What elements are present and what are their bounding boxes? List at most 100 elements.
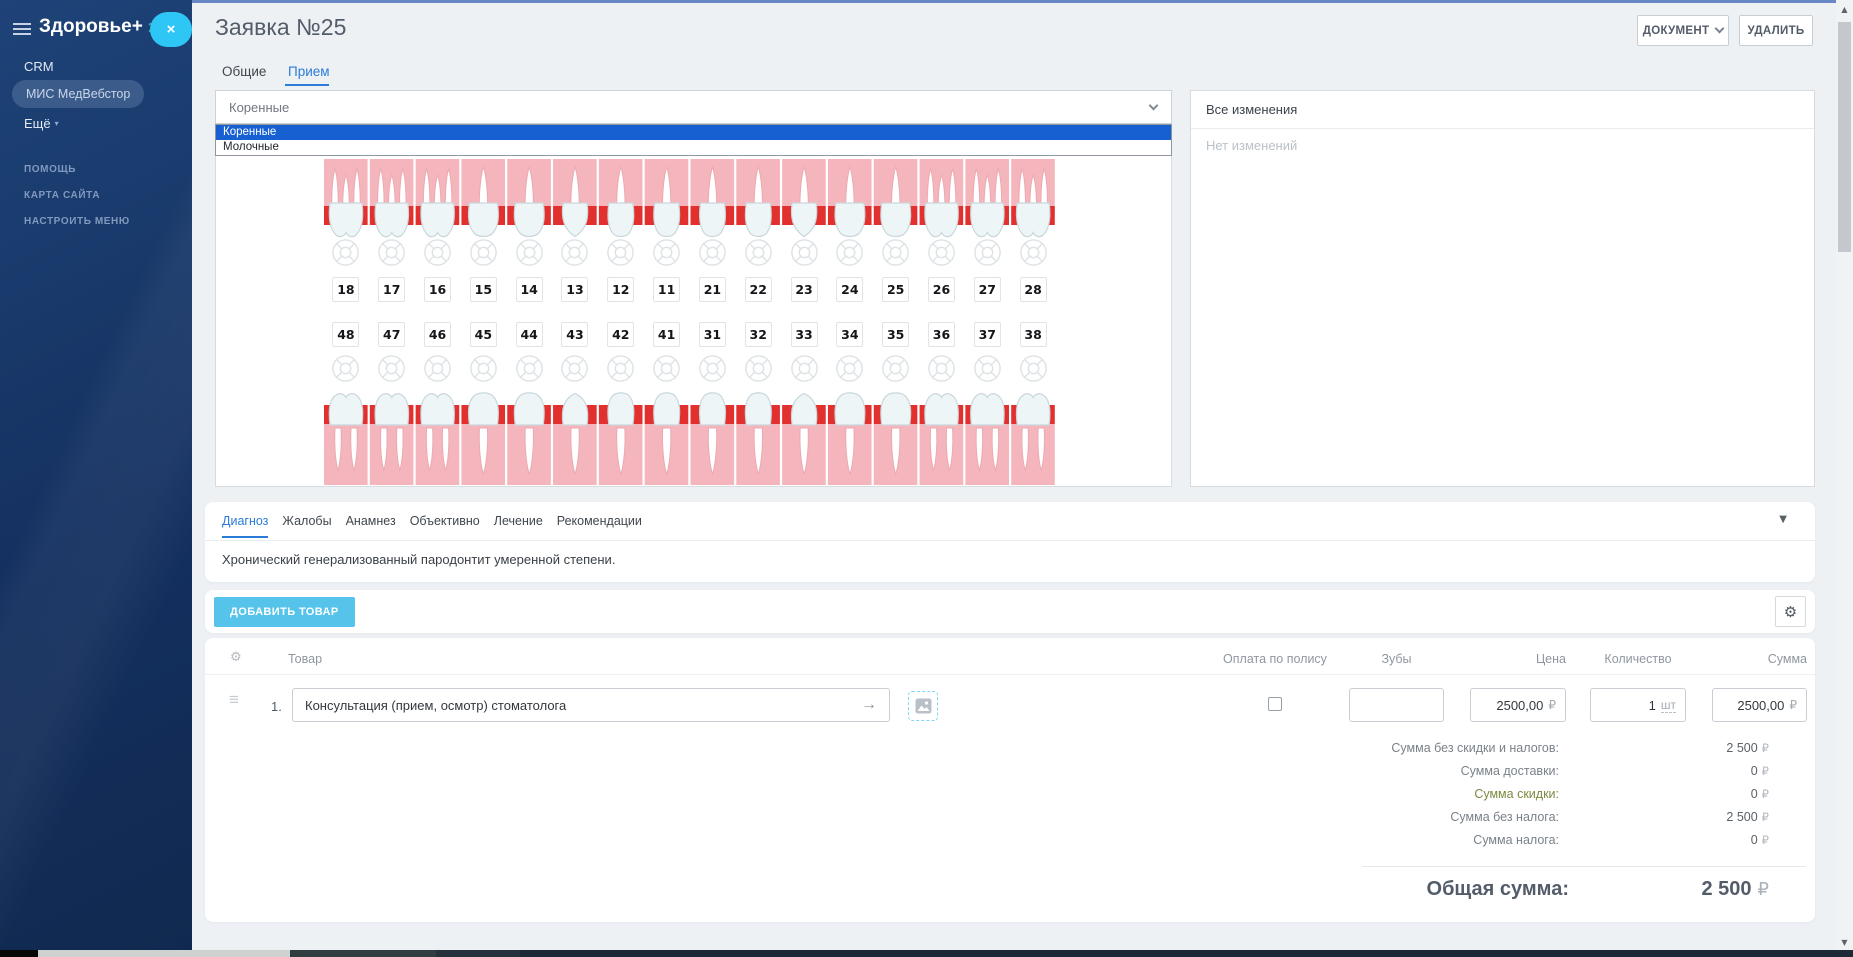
tooth-upper-15[interactable] bbox=[461, 159, 505, 237]
record-tab-5[interactable]: Лечение bbox=[494, 514, 543, 538]
tooth-surface-icon[interactable] bbox=[369, 239, 415, 266]
tooth-lower-35[interactable] bbox=[874, 393, 918, 485]
tooth-number-13[interactable]: 13 bbox=[561, 277, 588, 302]
delete-button[interactable]: УДАЛИТЬ bbox=[1739, 15, 1813, 46]
sidebar-footer-link[interactable]: КАРТА САЙТА bbox=[24, 190, 100, 201]
tooth-number-24[interactable]: 24 bbox=[836, 277, 863, 302]
total-label[interactable]: Сумма скидки: bbox=[1095, 787, 1559, 801]
tooth-upper-25[interactable] bbox=[874, 159, 918, 237]
tooth-upper-13[interactable] bbox=[553, 159, 597, 237]
tooth-upper-26[interactable] bbox=[920, 159, 964, 237]
tooth-lower-33[interactable] bbox=[782, 394, 826, 486]
insurance-checkbox[interactable] bbox=[1268, 697, 1282, 711]
tooth-number-47[interactable]: 47 bbox=[378, 322, 405, 347]
tooth-number-44[interactable]: 44 bbox=[516, 322, 543, 347]
tooth-surface-icon[interactable] bbox=[827, 239, 873, 266]
tooth-surface-icon[interactable] bbox=[690, 355, 736, 382]
tooth-surface-icon[interactable] bbox=[735, 355, 781, 382]
tooth-surface-icon[interactable] bbox=[415, 355, 461, 382]
tooth-surface-icon[interactable] bbox=[369, 355, 415, 382]
teeth-input[interactable] bbox=[1349, 688, 1444, 722]
tooth-lower-41[interactable] bbox=[645, 393, 689, 485]
tooth-lower-32[interactable] bbox=[736, 393, 780, 485]
tooth-surface-icon[interactable] bbox=[964, 355, 1010, 382]
tooth-number-23[interactable]: 23 bbox=[791, 277, 818, 302]
sidebar-item-mis-medwebstor[interactable]: МИС МедВебстор bbox=[12, 80, 144, 108]
tooth-lower-44[interactable] bbox=[507, 393, 551, 485]
teeth-type-select[interactable]: Коренные bbox=[215, 90, 1172, 124]
tooth-number-34[interactable]: 34 bbox=[836, 322, 863, 347]
teeth-type-option[interactable]: Молочные bbox=[216, 140, 1171, 155]
tooth-number-22[interactable]: 22 bbox=[745, 277, 772, 302]
quantity-input[interactable]: 1 шт bbox=[1590, 688, 1686, 722]
tooth-lower-48[interactable] bbox=[324, 394, 368, 485]
tooth-upper-21[interactable] bbox=[691, 159, 735, 237]
row-drag-handle[interactable]: ≡ bbox=[229, 690, 239, 710]
tooth-surface-icon[interactable] bbox=[506, 355, 552, 382]
tooth-number-48[interactable]: 48 bbox=[332, 322, 359, 347]
record-tab-1[interactable]: Диагноз bbox=[222, 514, 268, 538]
tooth-lower-45[interactable] bbox=[461, 393, 505, 485]
tooth-number-46[interactable]: 46 bbox=[424, 322, 451, 347]
tooth-upper-16[interactable] bbox=[416, 159, 460, 237]
tooth-surface-icon[interactable] bbox=[919, 239, 965, 266]
tooth-surface-icon[interactable] bbox=[552, 355, 598, 382]
add-product-button[interactable]: ДОБАВИТЬ ТОВАР bbox=[214, 597, 355, 627]
tooth-upper-23[interactable] bbox=[782, 159, 826, 237]
sidebar-footer-link[interactable]: НАСТРОИТЬ МЕНЮ bbox=[24, 216, 130, 227]
tooth-upper-24[interactable] bbox=[828, 159, 872, 237]
tooth-lower-38[interactable] bbox=[1011, 394, 1055, 485]
tooth-number-12[interactable]: 12 bbox=[607, 277, 634, 302]
tooth-number-42[interactable]: 42 bbox=[607, 322, 634, 347]
tooth-upper-12[interactable] bbox=[599, 159, 643, 237]
tooth-number-17[interactable]: 17 bbox=[378, 277, 405, 302]
tooth-surface-icon[interactable] bbox=[644, 355, 690, 382]
tooth-lower-34[interactable] bbox=[828, 393, 872, 485]
tooth-surface-icon[interactable] bbox=[644, 239, 690, 266]
tooth-surface-icon[interactable] bbox=[323, 355, 369, 382]
tooth-surface-icon[interactable] bbox=[552, 239, 598, 266]
open-product-arrow-icon[interactable]: → bbox=[861, 696, 877, 714]
tooth-upper-17[interactable] bbox=[370, 159, 414, 237]
tooth-surface-icon[interactable] bbox=[781, 239, 827, 266]
tooth-surface-icon[interactable] bbox=[873, 239, 919, 266]
tooth-surface-icon[interactable] bbox=[460, 239, 506, 266]
tooth-number-21[interactable]: 21 bbox=[699, 277, 726, 302]
record-tab-2[interactable]: Жалобы bbox=[282, 514, 331, 538]
tooth-surface-icon[interactable] bbox=[690, 239, 736, 266]
tooth-lower-31[interactable] bbox=[691, 393, 735, 485]
upper-jaw-chart[interactable] bbox=[323, 159, 1056, 239]
document-button[interactable]: ДОКУМЕНТ bbox=[1637, 15, 1729, 46]
sum-input[interactable]: 2500,00 ₽ bbox=[1712, 688, 1807, 722]
record-tab-3[interactable]: Анамнез bbox=[346, 514, 396, 538]
tooth-number-37[interactable]: 37 bbox=[974, 322, 1001, 347]
tab-reception[interactable]: Прием bbox=[288, 64, 330, 79]
tooth-number-27[interactable]: 27 bbox=[974, 277, 1001, 302]
tooth-lower-46[interactable] bbox=[416, 394, 460, 485]
tooth-surface-icon[interactable] bbox=[1010, 355, 1056, 382]
tooth-surface-icon[interactable] bbox=[781, 355, 827, 382]
tooth-number-43[interactable]: 43 bbox=[561, 322, 588, 347]
tooth-number-38[interactable]: 38 bbox=[1020, 322, 1047, 347]
tab-general[interactable]: Общие bbox=[222, 64, 266, 79]
scrollbar-down-arrow[interactable]: ▼ bbox=[1836, 938, 1853, 947]
page-scrollbar[interactable]: ▲ ▼ bbox=[1836, 0, 1853, 957]
tooth-surface-icon[interactable] bbox=[919, 355, 965, 382]
quantity-unit[interactable]: шт bbox=[1661, 698, 1676, 713]
scrollbar-thumb[interactable] bbox=[1838, 22, 1851, 252]
tooth-surface-icon[interactable] bbox=[598, 239, 644, 266]
tooth-surface-icon[interactable] bbox=[964, 239, 1010, 266]
tooth-number-35[interactable]: 35 bbox=[882, 322, 909, 347]
tooth-surface-icon[interactable] bbox=[415, 239, 461, 266]
record-tab-6[interactable]: Рекомендации bbox=[557, 514, 642, 538]
menu-hamburger-icon[interactable] bbox=[13, 23, 31, 36]
tooth-surface-icon[interactable] bbox=[735, 239, 781, 266]
tooth-number-15[interactable]: 15 bbox=[470, 277, 497, 302]
product-image-placeholder[interactable] bbox=[908, 691, 938, 721]
tooth-number-18[interactable]: 18 bbox=[332, 277, 359, 302]
tooth-upper-22[interactable] bbox=[736, 159, 780, 237]
sidebar-footer-link[interactable]: ПОМОЩЬ bbox=[24, 164, 76, 175]
tooth-number-28[interactable]: 28 bbox=[1020, 277, 1047, 302]
record-tab-4[interactable]: Объективно bbox=[410, 514, 480, 538]
tooth-lower-37[interactable] bbox=[965, 394, 1009, 485]
